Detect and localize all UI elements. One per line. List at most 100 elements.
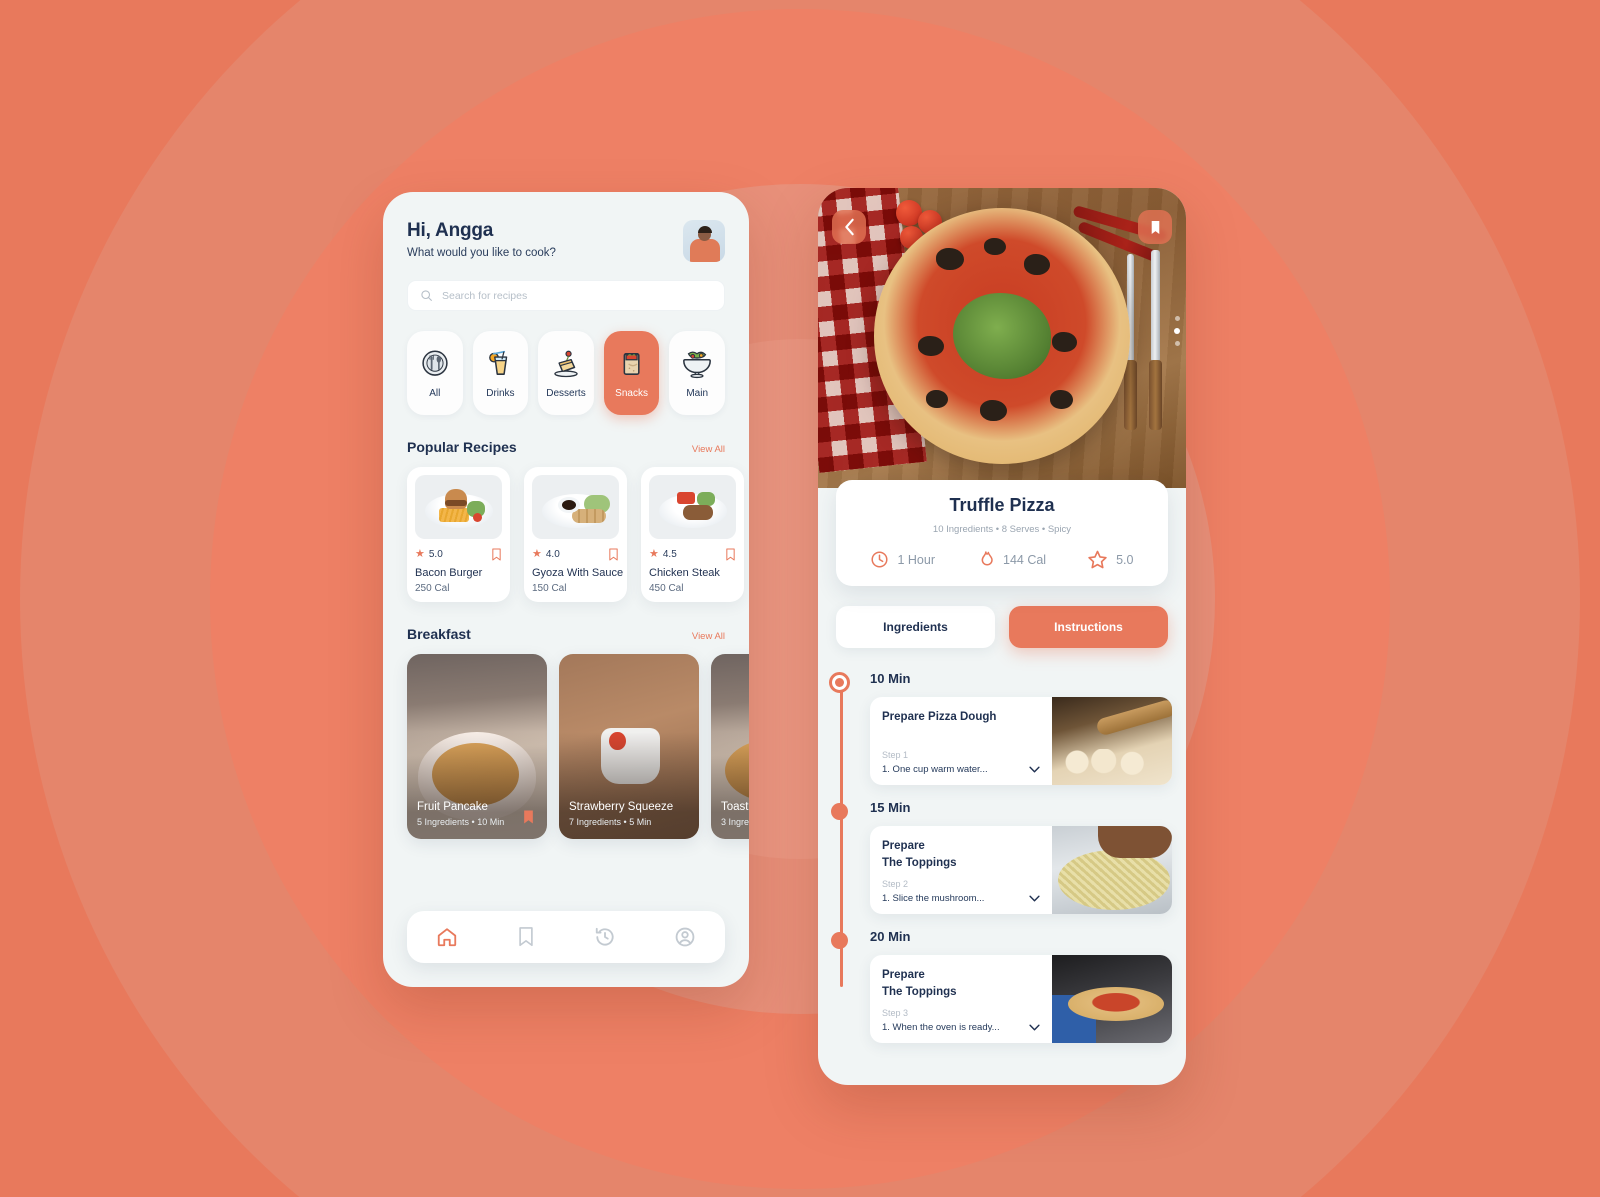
step-time: 20 Min [870, 929, 911, 944]
breakfast-name: Strawberry Squeeze [569, 801, 674, 813]
avatar-body [690, 239, 720, 262]
recipe-name: Chicken Steak [649, 567, 720, 579]
steak-shape [683, 505, 713, 520]
category-all[interactable]: All [407, 331, 463, 415]
calories-value: 144 Cal [1003, 552, 1047, 567]
stat-rating: 5.0 [1087, 549, 1133, 570]
bookmark-icon[interactable] [725, 548, 736, 561]
popular-view-all[interactable]: View All [692, 444, 725, 455]
truffle-shape [1052, 332, 1077, 352]
chevron-left-icon [844, 218, 854, 236]
recipe-stats: 1 Hour 144 Cal 5.0 [850, 549, 1154, 570]
step-card[interactable]: Prepare The Toppings Step 2 1. Slice the… [870, 826, 1172, 914]
category-snacks[interactable]: Snacks [603, 331, 660, 415]
chevron-down-icon[interactable] [1029, 893, 1040, 904]
star-outline-icon [1088, 550, 1107, 569]
timeline-dot [831, 803, 848, 820]
popular-recipe-card[interactable]: ★ 5.0 Bacon Burger 250 Cal [407, 467, 510, 602]
popular-section-header: Popular Recipes View All [407, 439, 725, 455]
recipe-detail-screen: Truffle Pizza 10 Ingredients • 8 Serves … [818, 188, 1186, 1085]
fries-shape [439, 508, 469, 522]
breakfast-card[interactable]: Strawberry Squeeze 7 Ingredients • 5 Min [559, 654, 699, 839]
history-icon[interactable] [594, 926, 616, 948]
burger-shape [445, 489, 467, 509]
back-button[interactable] [832, 210, 866, 244]
timeline-step: 10 Min Prepare Pizza Dough Step 1 1. One… [829, 670, 1186, 785]
avatar[interactable] [683, 220, 725, 262]
recipe-hero-image [818, 188, 1186, 488]
hero-carousel-dots [1174, 316, 1180, 346]
step-title-line2: The Toppings [882, 985, 957, 998]
chevron-down-icon[interactable] [1029, 764, 1040, 775]
salad-bowl-icon [683, 351, 712, 379]
breakfast-title: Breakfast [407, 626, 471, 642]
step-image-toppings [1052, 826, 1172, 914]
greeting-subtitle: What would you like to cook? [407, 247, 556, 259]
rating-value: 4.5 [662, 549, 677, 560]
breakfast-name: Fruit Pancake [417, 801, 488, 813]
search-input[interactable] [442, 289, 712, 302]
star-filled-icon: ★ [415, 548, 425, 560]
recipe-name: Gyoza With Sauce [532, 567, 624, 579]
truffle-shape [926, 390, 948, 408]
step-title: Prepare Pizza Dough [882, 711, 997, 723]
greens-shape [697, 492, 715, 506]
knife-shape [1151, 250, 1160, 362]
timeline-dot-active [829, 672, 850, 693]
bookmark-filled-icon[interactable] [522, 809, 535, 825]
detail-tabs: Ingredients Instructions [818, 606, 1186, 648]
step-card[interactable]: Prepare Pizza Dough Step 1 1. One cup wa… [870, 697, 1172, 785]
step-number: Step 2 [882, 879, 909, 889]
pizza-shape [874, 208, 1130, 464]
fork-handle-shape [1124, 360, 1137, 430]
carousel-dot[interactable] [1174, 316, 1180, 321]
category-drinks[interactable]: Drinks [472, 331, 529, 415]
category-desserts[interactable]: Desserts [538, 331, 594, 415]
carousel-dot-active[interactable] [1174, 328, 1180, 334]
timeline-step: 20 Min Prepare The Toppings Step 3 1. Wh… [831, 928, 1186, 1043]
chevron-down-icon[interactable] [1029, 1022, 1040, 1033]
profile-icon[interactable] [674, 926, 696, 948]
step-detail: 1. Slice the mushroom... [882, 893, 985, 904]
tab-ingredients[interactable]: Ingredients [836, 606, 995, 648]
duration-value: 1 Hour [897, 552, 936, 567]
breakfast-list: Fruit Pancake 5 Ingredients • 10 Min Str… [407, 654, 749, 839]
step-card[interactable]: Prepare The Toppings Step 3 1. When the … [870, 955, 1172, 1043]
home-icon[interactable] [436, 926, 458, 948]
bookmark-icon[interactable] [491, 548, 502, 561]
step-number: Step 1 [882, 750, 909, 760]
basil-shape [953, 293, 1051, 379]
carousel-dot[interactable] [1174, 341, 1180, 346]
step-time: 10 Min [870, 671, 911, 686]
truffle-shape [918, 336, 944, 356]
step-title: Prepare [882, 969, 925, 981]
breakfast-name: Toast W [721, 801, 749, 813]
category-label: Snacks [615, 388, 648, 399]
category-label: Drinks [486, 388, 515, 399]
bookmark-button[interactable] [1138, 210, 1172, 244]
rating-value: 5.0 [1116, 552, 1134, 567]
bookmark-filled-icon [1151, 220, 1159, 234]
search-bar[interactable] [407, 280, 725, 311]
step-title: Prepare [882, 840, 925, 852]
category-main[interactable]: Main [669, 331, 725, 415]
breakfast-card[interactable]: Fruit Pancake 5 Ingredients • 10 Min [407, 654, 547, 839]
knife-handle-shape [1149, 360, 1162, 430]
tomato-shape [473, 513, 482, 522]
truffle-shape [980, 400, 1007, 421]
truffle-shape [1050, 390, 1073, 409]
timeline-dot [831, 932, 848, 949]
category-label: All [429, 388, 441, 399]
breakfast-meta: 5 Ingredients • 10 Min [417, 817, 505, 827]
bookmark-icon[interactable] [516, 926, 536, 948]
bookmark-icon[interactable] [608, 548, 619, 561]
recipe-thumbnail [415, 475, 502, 539]
breakfast-view-all[interactable]: View All [692, 631, 725, 642]
breakfast-card[interactable]: Toast W 3 Ingredi [711, 654, 749, 839]
gyoza-shape [572, 509, 606, 523]
popular-recipe-card[interactable]: ★ 4.5 Chicken Steak 450 Cal [641, 467, 744, 602]
breakfast-section-header: Breakfast View All [407, 626, 725, 642]
step-image-oven [1052, 955, 1172, 1043]
tab-instructions[interactable]: Instructions [1009, 606, 1168, 648]
popular-recipe-card[interactable]: ★ 4.0 Gyoza With Sauce 150 Cal [524, 467, 627, 602]
